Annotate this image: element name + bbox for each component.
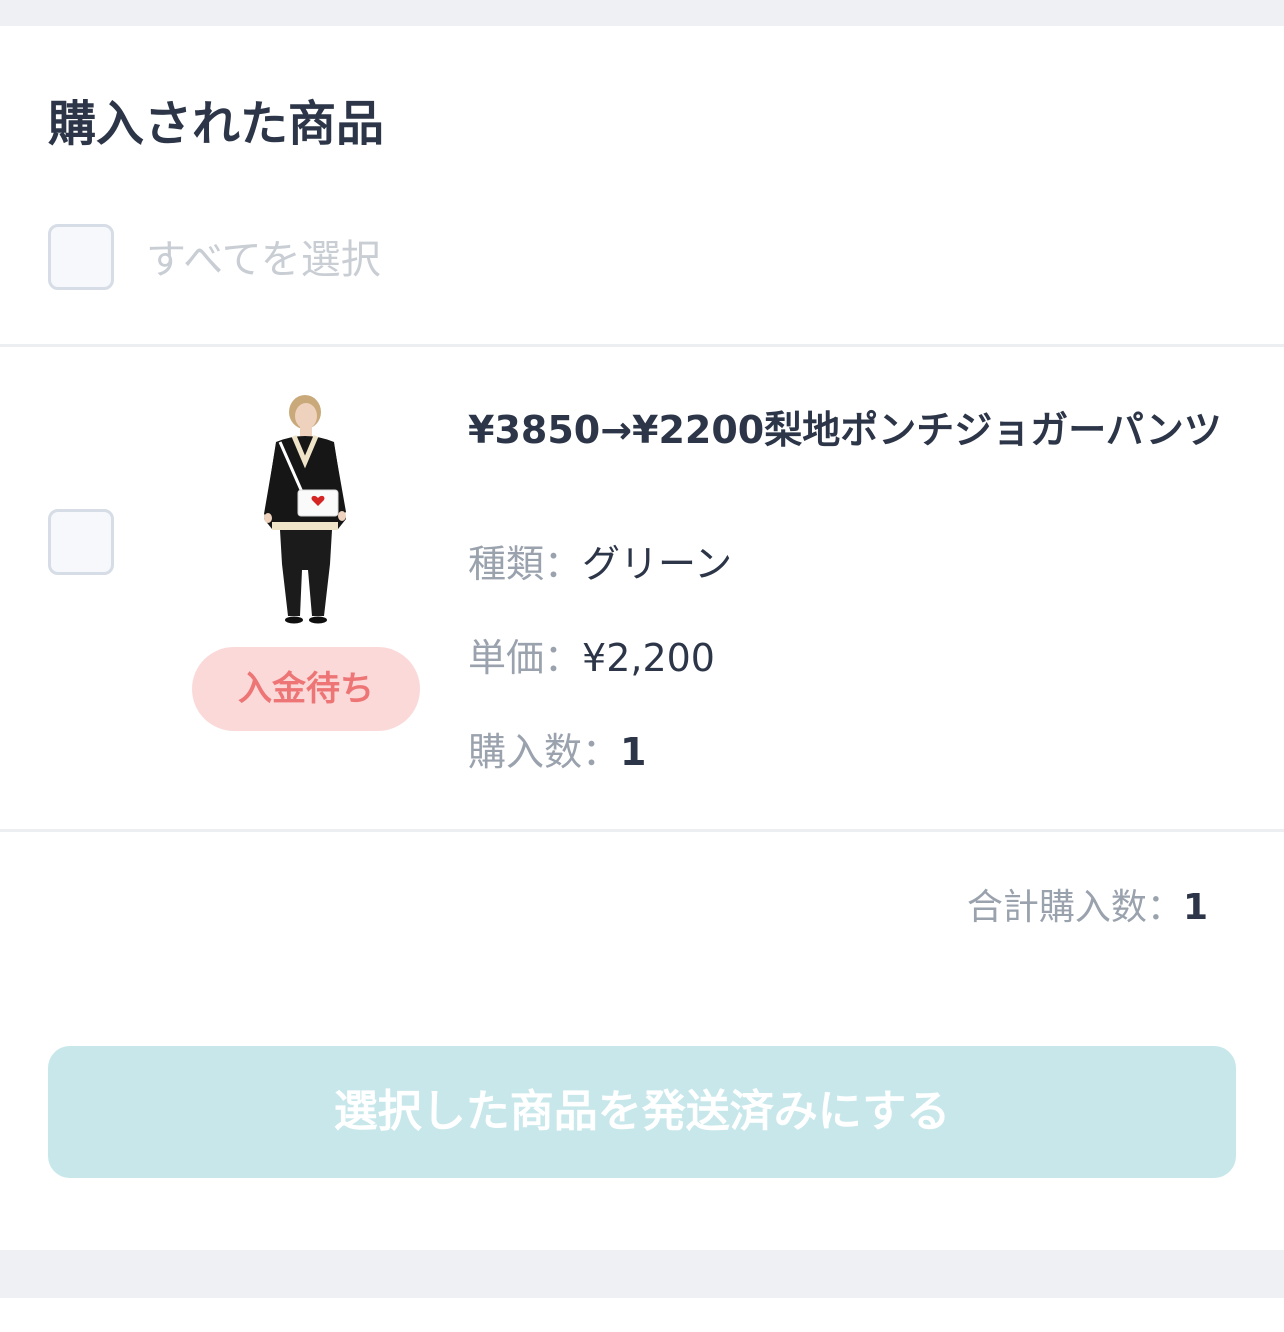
total-quantity-label: 合計購入数： bbox=[966, 887, 1183, 928]
section-title: 購入された商品 bbox=[48, 96, 385, 152]
select-all-checkbox[interactable] bbox=[48, 224, 114, 290]
variant-row: 種類：グリーン bbox=[468, 536, 732, 592]
top-background-band bbox=[0, 0, 1284, 26]
quantity-row: 購入数：1 bbox=[468, 724, 646, 780]
status-badge: 入金待ち bbox=[192, 647, 420, 731]
variant-value: グリーン bbox=[582, 542, 733, 586]
total-quantity-row: 合計購入数：1 bbox=[967, 880, 1208, 936]
quantity-label: 購入数： bbox=[468, 730, 621, 774]
divider bbox=[0, 829, 1284, 832]
product-image bbox=[246, 394, 364, 624]
variant-label: 種類： bbox=[468, 542, 583, 586]
select-all-label[interactable]: すべてを選択 bbox=[146, 230, 381, 290]
unit-price-label: 単価： bbox=[468, 636, 583, 680]
mark-shipped-button[interactable]: 選択した商品を発送済みにする bbox=[48, 1046, 1236, 1178]
product-name: ¥3850→¥2200梨地ポンチジョガーパンツ bbox=[468, 408, 1222, 452]
quantity-value: 1 bbox=[620, 730, 647, 774]
divider bbox=[0, 344, 1284, 347]
unit-price-value: ¥2,200 bbox=[582, 636, 715, 680]
bottom-background-band bbox=[0, 1250, 1284, 1298]
total-quantity-value: 1 bbox=[1182, 887, 1208, 928]
unit-price-row: 単価：¥2,200 bbox=[468, 630, 715, 686]
item-checkbox[interactable] bbox=[48, 509, 114, 575]
